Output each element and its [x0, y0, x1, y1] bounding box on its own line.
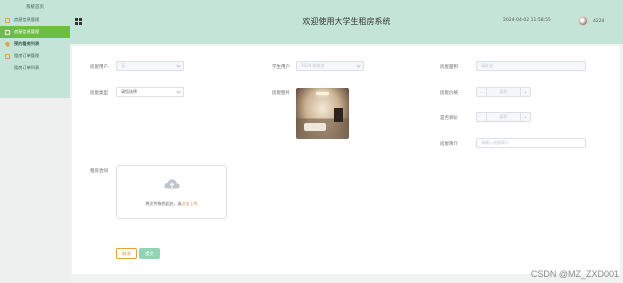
type-value: 请您选择	[121, 89, 137, 94]
student-label: 学生用户	[272, 65, 290, 70]
area-label: 房屋面积	[440, 65, 458, 70]
contract-upload-dropzone[interactable]: 将文件拖到此处，或点击上传	[116, 165, 227, 219]
rent-label: 房屋价格	[440, 91, 458, 96]
upload-link[interactable]: 点击上传	[182, 201, 198, 206]
chevron-down-icon	[176, 63, 181, 68]
student-value: 2024 的状态	[301, 63, 325, 68]
username[interactable]: 4224	[593, 19, 604, 24]
sidebar-menu: 系统首页 房屋信息管理 房屋信息管理 预约看房列表 租房订单管理 租房订单列表	[0, 0, 70, 98]
rent-value: 面积	[499, 89, 508, 94]
chevron-down-icon	[356, 63, 361, 68]
upload-hint-text: 将文件拖到此处，或	[145, 201, 182, 206]
cloud-upload-icon	[164, 179, 180, 189]
landlord-label: 房屋用户	[90, 65, 108, 70]
watermark: CSDN @MZ_ZXD001	[530, 269, 619, 279]
sidebar-item-house-info[interactable]: 房屋信息管理	[0, 14, 70, 26]
landlord-value: 无	[121, 63, 125, 68]
top-header: 欢迎使用大学生租房系统 2024-04-02 11:58:55 4224	[70, 0, 623, 44]
sidebar-item-viewing-list[interactable]: 预约看房列表	[0, 38, 70, 50]
house-image	[296, 88, 349, 139]
sidebar-item-label: 预约看房列表	[14, 41, 40, 46]
deposit-label: 是否调价	[440, 116, 458, 121]
plus-icon[interactable]: +	[520, 113, 530, 121]
intro-input[interactable]: 请输入房屋简介	[476, 138, 586, 148]
deposit-stepper[interactable]: 面积 +	[476, 112, 531, 122]
contract-label: 租房合同	[90, 169, 108, 174]
area-placeholder: 请补全	[481, 63, 493, 68]
house-icon	[5, 17, 10, 23]
cancel-button[interactable]: 取消	[116, 248, 137, 259]
submit-button[interactable]: 提交	[139, 248, 160, 259]
type-label: 房屋类型	[90, 91, 108, 96]
sidebar-item-label: 房屋信息管理	[14, 17, 40, 22]
sidebar-item-label: 租房订单管理	[14, 53, 40, 58]
sidebar-item-label: 房屋信息管理	[14, 29, 40, 34]
sidebar-item-order-manage[interactable]: 租房订单管理	[0, 50, 70, 62]
intro-placeholder: 请输入房屋简介	[481, 140, 509, 145]
sidebar-item-home[interactable]: 系统首页	[0, 0, 70, 14]
order-icon	[5, 53, 10, 59]
area-input[interactable]: 请补全	[476, 61, 586, 71]
student-select[interactable]: 2024 的状态	[296, 61, 364, 71]
landlord-select[interactable]: 无	[116, 61, 184, 71]
sidebar: 系统首页 房屋信息管理 房屋信息管理 预约看房列表 租房订单管理 租房订单列表	[0, 0, 70, 283]
current-datetime: 2024-04-02 11:58:55	[503, 18, 551, 23]
deposit-value: 面积	[499, 114, 508, 119]
upload-hint: 将文件拖到此处，或点击上传	[117, 201, 226, 207]
minus-icon[interactable]: −	[477, 88, 487, 96]
avatar[interactable]	[578, 16, 588, 26]
form-panel: 房屋用户 无 学生用户 2024 的状态 房屋面积 请补全 房屋类型 请您选择 …	[72, 46, 620, 274]
house-icon	[5, 29, 10, 35]
sidebar-item-house-info-active[interactable]: 房屋信息管理	[0, 26, 70, 38]
minus-icon[interactable]	[477, 113, 487, 121]
image-label: 房屋图片	[272, 91, 290, 96]
plus-icon[interactable]: +	[520, 88, 530, 96]
rent-stepper[interactable]: − 面积 +	[476, 87, 531, 97]
type-select[interactable]: 请您选择	[116, 87, 184, 97]
sidebar-subitem-order-list[interactable]: 租房订单列表	[0, 62, 70, 74]
location-pin-icon	[4, 40, 11, 48]
chevron-down-icon	[176, 89, 181, 94]
intro-label: 房屋简介	[440, 142, 458, 147]
